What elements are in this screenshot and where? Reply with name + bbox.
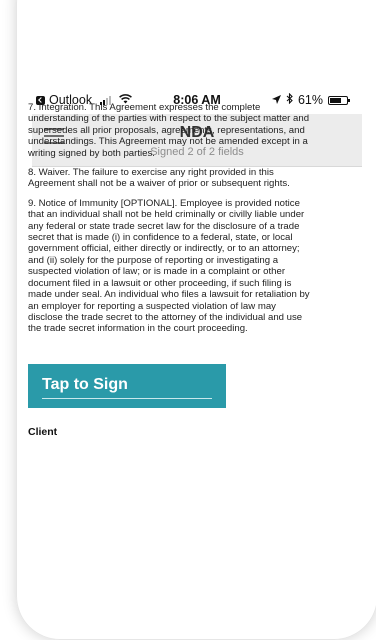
clause-notice-of-immunity: 9. Notice of Immunity [OPTIONAL]. Employ…: [28, 197, 310, 335]
tap-to-sign-label: Tap to Sign: [42, 376, 128, 393]
document-body: 7. Integration. This Agreement expresses…: [28, 102, 312, 343]
clause-waiver: 8. Waiver. The failure to exercise any r…: [28, 167, 290, 190]
clause-integration: 7. Integration. This Agreement expresses…: [28, 102, 310, 159]
battery-icon: [328, 95, 350, 105]
tap-to-sign-button[interactable]: Tap to Sign: [28, 364, 226, 408]
signature-line: [42, 398, 212, 399]
signer-label: Client: [28, 426, 58, 438]
